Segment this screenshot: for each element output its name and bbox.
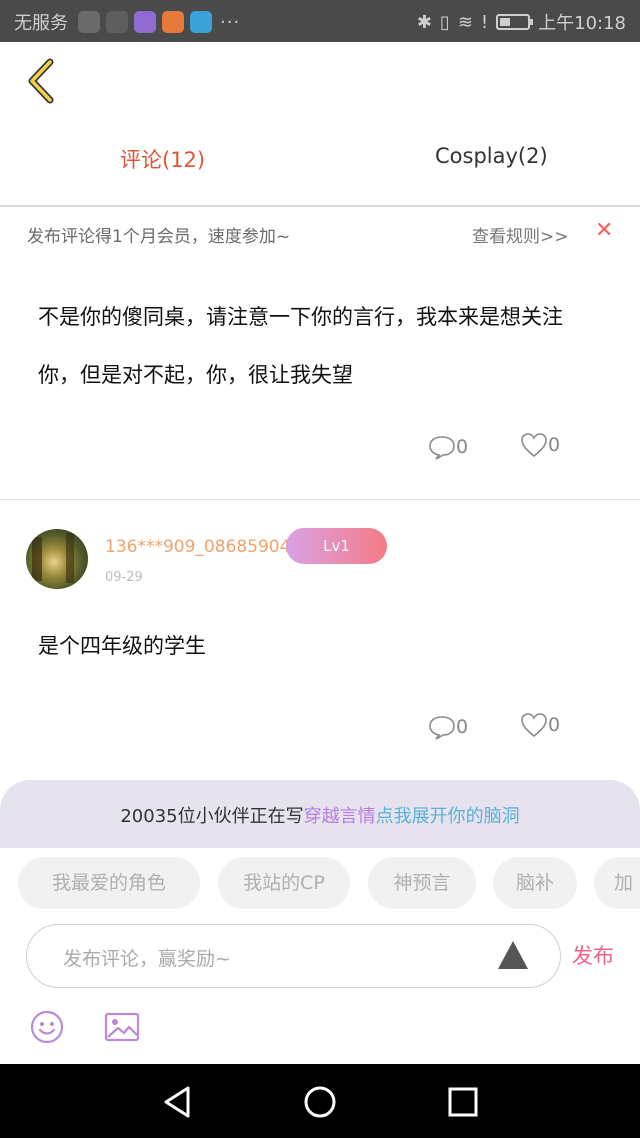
topic-chip[interactable]: 脑补: [493, 857, 577, 909]
level-badge: Lv1: [286, 528, 387, 564]
avatar-image-detail: [32, 537, 42, 581]
promo-notice: 发布评论得1个月会员，速度参加~ 查看规则>> ✕: [0, 208, 640, 256]
like-button[interactable]: 0: [520, 432, 560, 458]
tab-cosplay[interactable]: Cosplay(2): [435, 144, 548, 168]
banner-cta[interactable]: 点我展开你的脑洞: [376, 806, 520, 827]
heart-icon: [521, 433, 547, 458]
status-bar: 无服务 ··· ✱ ▯ ≋ ! 上午10:18: [0, 0, 640, 42]
battery-level: [500, 18, 511, 26]
close-icon[interactable]: ✕: [595, 218, 613, 243]
reply-button[interactable]: 0: [428, 434, 468, 460]
reply-count: 0: [456, 716, 469, 738]
back-icon[interactable]: [160, 1084, 196, 1120]
topic-chip[interactable]: 我站的CP: [218, 857, 350, 909]
recents-icon[interactable]: [445, 1084, 481, 1120]
topic-chip[interactable]: 加: [594, 857, 640, 909]
writing-banner[interactable]: 20035位小伙伴正在写穿越言情点我展开你的脑洞: [0, 780, 640, 848]
carrier-label: 无服务: [14, 13, 68, 34]
comment-input-placeholder: 发布评论，赢奖励~: [63, 948, 231, 970]
vibrate-icon: ▯: [439, 11, 450, 33]
speech-bubble-icon: [429, 436, 455, 460]
chevron-left-icon: [28, 58, 54, 104]
wifi-icon: ≋: [457, 11, 473, 33]
comment-text: 是个四年级的学生: [38, 634, 206, 658]
more-notifications: ···: [220, 11, 241, 33]
comment-input[interactable]: 发布评论，赢奖励~: [26, 924, 561, 988]
comment-text: 不是你的傻同桌，请注意一下你的言行，我本来是想关注你，但是对不起，你，很让我失望: [38, 305, 563, 387]
like-count: 0: [548, 714, 561, 736]
bluetooth-icon: ✱: [416, 11, 432, 33]
notification-app-icon: [78, 11, 100, 33]
shield-app-icon: [190, 11, 212, 33]
emoji-icon[interactable]: [30, 1010, 64, 1044]
publish-button[interactable]: 发布: [572, 940, 614, 970]
image-icon[interactable]: [104, 1012, 140, 1042]
view-rules-link[interactable]: 查看规则>>: [472, 222, 569, 247]
speech-bubble-icon: [429, 716, 455, 740]
system-nav-bar: [0, 1064, 640, 1138]
notice-text: 发布评论得1个月会员，速度参加~: [27, 227, 291, 247]
banner-message: 20035位小伙伴正在写穿越言情点我展开你的脑洞: [0, 802, 640, 828]
tab-bar: 评论(12) Cosplay(2): [0, 130, 640, 190]
clock: 上午10:18: [538, 13, 626, 34]
home-icon[interactable]: [302, 1084, 338, 1120]
topic-chips: 我最爱的角色 我站的CP 神预言 脑补 加: [0, 852, 640, 914]
topic-chip[interactable]: 我最爱的角色: [18, 857, 200, 909]
reply-button[interactable]: 0: [428, 714, 468, 740]
reply-count: 0: [456, 436, 469, 458]
tab-comments[interactable]: 评论(12): [120, 144, 205, 174]
topic-chip[interactable]: 神预言: [368, 857, 476, 909]
expand-triangle-icon[interactable]: [497, 939, 529, 971]
qq-icon: [106, 11, 128, 33]
back-button[interactable]: [22, 56, 62, 106]
no-sim-icon: !: [480, 11, 489, 33]
avatar[interactable]: [26, 529, 88, 589]
avatar-image-detail: [66, 533, 74, 583]
comment-date: 09-29: [105, 570, 143, 585]
heart-icon: [521, 713, 547, 738]
notification-app-icon: [134, 11, 156, 33]
like-count: 0: [548, 434, 561, 456]
video-app-icon: [162, 11, 184, 33]
battery-icon: [496, 14, 534, 30]
divider: [0, 205, 640, 207]
banner-prefix: 20035位小伙伴正在写: [120, 806, 304, 827]
banner-genre[interactable]: 穿越言情: [304, 806, 376, 827]
username[interactable]: 136***909_0868590486: [105, 537, 312, 557]
like-button[interactable]: 0: [520, 712, 560, 738]
divider: [0, 499, 640, 500]
